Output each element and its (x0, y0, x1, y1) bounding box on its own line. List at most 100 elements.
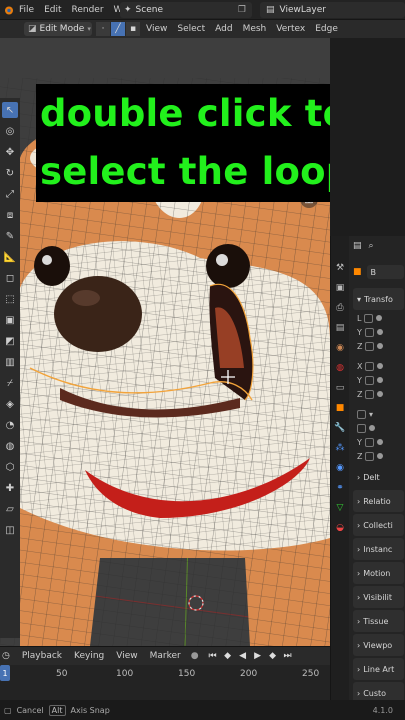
delta-transform-header[interactable]: › Delt (353, 466, 404, 488)
output-tab-icon[interactable]: ⎙ (334, 302, 346, 314)
constraints-tab-icon[interactable]: ⚭ (334, 482, 346, 494)
header-menu-add[interactable]: Add (210, 24, 237, 34)
timeline-menu-marker[interactable]: Marker (144, 651, 187, 661)
location-z-row[interactable]: Z (357, 340, 405, 352)
physics-tab-icon[interactable]: ◉ (334, 462, 346, 474)
move-tool-icon[interactable]: ✥ (2, 144, 18, 160)
vertex-select-icon[interactable]: · (96, 22, 110, 36)
viewport-display-panel[interactable]: › Viewpo (353, 634, 404, 656)
jump-start-icon[interactable]: ⏮ (207, 650, 219, 662)
version-label: 4.1.0 (372, 705, 393, 715)
cursor-tool-icon[interactable]: ◎ (2, 123, 18, 139)
caption-line-2: select the loop (40, 150, 330, 193)
rotation-y-row[interactable]: Y (357, 374, 405, 386)
menu-file[interactable]: File (14, 5, 39, 15)
particles-tab-icon[interactable]: ⁂ (334, 442, 346, 454)
object-name-field[interactable]: B (366, 265, 404, 279)
scale-tool-icon[interactable]: ⤢ (2, 186, 18, 202)
blender-logo-icon[interactable] (2, 4, 14, 16)
header-menu-edge[interactable]: Edge (310, 24, 343, 34)
chevron-right-icon: › (357, 688, 361, 698)
rotation-z-row[interactable]: Z (357, 388, 405, 400)
modifier-tab-icon[interactable]: 🔧 (334, 422, 346, 434)
select-mode-buttons: · ╱ ▪ (96, 22, 141, 36)
visibility-panel[interactable]: › Visibilit (353, 586, 404, 608)
timeline-editor-type-icon[interactable]: ◷ (0, 651, 16, 661)
timeline-menu-playback[interactable]: Playback (16, 651, 68, 661)
tool-tab-icon[interactable]: ⚒ (334, 262, 346, 274)
motion-paths-panel[interactable]: › Motion (353, 562, 404, 584)
rotation-x-row[interactable]: X (357, 360, 405, 372)
play-reverse-icon[interactable]: ◀ (237, 650, 249, 662)
header-menu-vertex[interactable]: Vertex (271, 24, 310, 34)
mode-label: Edit Mode (39, 24, 85, 34)
menu-render[interactable]: Render (67, 5, 109, 15)
scene-tab-icon[interactable]: ◉ (334, 342, 346, 354)
relations-panel[interactable]: › Relatio (353, 490, 404, 512)
poly-build-tool-icon[interactable]: ◈ (2, 396, 18, 412)
current-frame-indicator[interactable]: 1 (0, 665, 10, 681)
tissue-panel[interactable]: › Tissue (353, 610, 404, 632)
spin-tool-icon[interactable]: ◔ (2, 417, 18, 433)
face-select-icon[interactable]: ▪ (126, 22, 140, 36)
header-menu-view[interactable]: View (141, 24, 172, 34)
inset-tool-icon[interactable]: ▣ (2, 312, 18, 328)
copy-icon[interactable]: ❐ (238, 5, 246, 15)
scale-y-row[interactable]: Y (357, 436, 405, 448)
loop-cut-tool-icon[interactable]: ▥ (2, 354, 18, 370)
rotate-tool-icon[interactable]: ↻ (2, 165, 18, 181)
collections-panel[interactable]: › Collecti (353, 514, 404, 536)
location-y-row[interactable]: Y (357, 326, 405, 338)
rip-tool-icon[interactable]: ◫ (2, 522, 18, 538)
edge-slide-tool-icon[interactable]: ⬡ (2, 459, 18, 475)
knife-tool-icon[interactable]: ⌿ (2, 375, 18, 391)
prev-keyframe-icon[interactable]: ◆ (222, 650, 234, 662)
view-layer-tab-icon[interactable]: ▤ (334, 322, 346, 334)
menu-edit[interactable]: Edit (39, 5, 66, 15)
timeline-ruler[interactable]: 0 50 100 150 200 250 (0, 665, 330, 701)
transform-tool-icon[interactable]: ⧈ (2, 207, 18, 223)
header-menu-select[interactable]: Select (172, 24, 210, 34)
jump-end-icon[interactable]: ⏭ (282, 650, 294, 662)
scene-name: Scene (135, 5, 163, 15)
transform-panel-header[interactable]: ▾ Transfo (353, 288, 404, 310)
bevel-tool-icon[interactable]: ◩ (2, 333, 18, 349)
material-tab-icon[interactable]: ◒ (334, 522, 346, 534)
location-x-row[interactable]: L (357, 312, 405, 324)
ruler-tick: 200 (240, 669, 258, 679)
scale-x-row[interactable] (357, 422, 405, 434)
add-cube-tool-icon[interactable]: ◻ (2, 270, 18, 286)
data-tab-icon[interactable]: ▽ (334, 502, 346, 514)
extrude-tool-icon[interactable]: ⬚ (2, 291, 18, 307)
scene-selector[interactable]: ✦ Scene ❐ (120, 2, 252, 18)
editor-type-icon[interactable]: ▤ (353, 241, 362, 251)
world-tab-icon[interactable]: ◍ (334, 362, 346, 374)
view-layer-selector[interactable]: ▤ ViewLayer (260, 2, 405, 18)
collection-tab-icon[interactable]: ▭ (334, 382, 346, 394)
annotate-tool-icon[interactable]: ✎ (2, 228, 18, 244)
shear-tool-icon[interactable]: ▱ (2, 501, 18, 517)
smooth-tool-icon[interactable]: ◍ (2, 438, 18, 454)
timeline-menu-view[interactable]: View (110, 651, 143, 661)
search-icon[interactable]: ⌕ (369, 241, 374, 251)
measure-tool-icon[interactable]: 📐 (2, 249, 18, 265)
header-menu-mesh[interactable]: Mesh (238, 24, 272, 34)
play-icon[interactable]: ▶ (252, 650, 264, 662)
timeline-menu-keying[interactable]: Keying (68, 651, 110, 661)
select-box-tool-icon[interactable]: ↖ (2, 102, 18, 118)
ruler-tick: 150 (178, 669, 196, 679)
auto-keying-icon[interactable]: ● (191, 651, 199, 661)
scale-z-row[interactable]: Z (357, 450, 405, 462)
status-cancel: Cancel (16, 705, 44, 715)
status-axis-snap: Axis Snap (70, 705, 110, 715)
render-tab-icon[interactable]: ▣ (334, 282, 346, 294)
instancing-panel[interactable]: › Instanc (353, 538, 404, 560)
object-tab-icon[interactable]: ■ (334, 402, 346, 414)
mode-row[interactable]: ▾ (357, 408, 405, 420)
mode-dropdown[interactable]: ◪ Edit Mode ▾ (24, 22, 92, 36)
shrink-fatten-tool-icon[interactable]: ✚ (2, 480, 18, 496)
line-art-panel[interactable]: › Line Art (353, 658, 404, 680)
edge-select-icon[interactable]: ╱ (111, 22, 125, 36)
next-keyframe-icon[interactable]: ◆ (267, 650, 279, 662)
3d-viewport[interactable]: ↖ ◎ ✥ ↻ ⤢ ⧈ ✎ 📐 ◻ ⬚ ▣ ◩ ▥ ⌿ ◈ ◔ ◍ ⬡ ✚ ▱ … (0, 38, 330, 646)
